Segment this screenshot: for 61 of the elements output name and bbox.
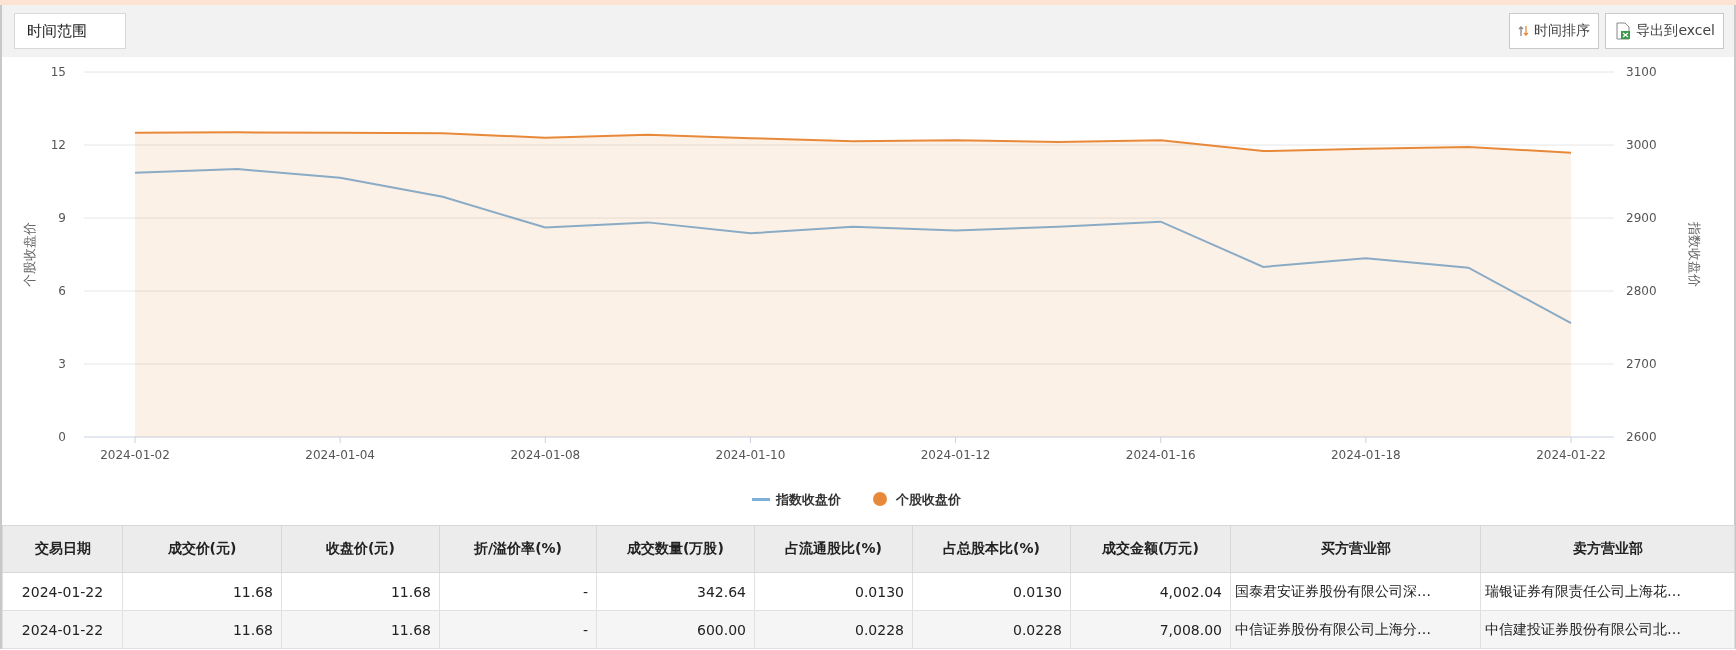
y-axis-label: 3000 bbox=[1626, 138, 1657, 152]
table-cell: - bbox=[439, 572, 597, 611]
y-axis-label: 3 bbox=[58, 357, 66, 371]
export-excel-button[interactable]: 导出到excel bbox=[1605, 13, 1724, 49]
table-cell: 600.00 bbox=[596, 610, 755, 649]
time-range-button[interactable]: 时间范围 bbox=[14, 13, 126, 49]
x-axis-label: 2024-01-12 bbox=[920, 448, 991, 462]
column-header: 卖方营业部 bbox=[1480, 525, 1735, 573]
y-axis-label: 12 bbox=[50, 138, 66, 152]
legend-label[interactable]: 指数收盘价 bbox=[776, 492, 841, 507]
table-cell: 342.64 bbox=[596, 572, 755, 611]
time-sort-button[interactable]: 时间排序 bbox=[1509, 13, 1600, 49]
table-cell: 11.68 bbox=[122, 572, 282, 611]
table-cell: 2024-01-22 bbox=[2, 610, 123, 649]
table-cell: - bbox=[439, 610, 597, 649]
sort-arrows-icon bbox=[1518, 25, 1531, 37]
table-cell: 11.68 bbox=[281, 572, 440, 611]
spreadsheet-icon bbox=[1614, 22, 1633, 40]
legend-label[interactable]: 个股收盘价 bbox=[896, 492, 961, 507]
table-cell: 2024-01-22 bbox=[2, 572, 123, 611]
x-axis-label: 2024-01-22 bbox=[1536, 448, 1606, 462]
legend-marker bbox=[752, 498, 770, 501]
y-axis-label: 2600 bbox=[1626, 430, 1657, 444]
column-header: 收盘价(元) bbox=[281, 525, 440, 573]
table-cell: 国泰君安证券股份有限公司深… bbox=[1230, 572, 1481, 611]
y-axis-label: 6 bbox=[58, 284, 66, 298]
table-cell: 0.0228 bbox=[912, 610, 1071, 649]
x-axis-label: 2024-01-08 bbox=[510, 448, 581, 462]
x-axis-label: 2024-01-02 bbox=[100, 448, 170, 462]
table-cell: 11.68 bbox=[281, 610, 440, 649]
x-axis-label: 2024-01-10 bbox=[715, 448, 786, 462]
y-axis-label: 3100 bbox=[1626, 65, 1657, 79]
table-cell: 7,008.00 bbox=[1070, 610, 1231, 649]
column-header: 折/溢价率(%) bbox=[439, 525, 597, 573]
column-header: 买方营业部 bbox=[1230, 525, 1481, 573]
column-header: 成交价(元) bbox=[122, 525, 282, 573]
y-axis-label: 2800 bbox=[1626, 284, 1657, 298]
y-axis-title: 指数收盘价 bbox=[1687, 222, 1702, 287]
column-header: 占流通股比(%) bbox=[754, 525, 913, 573]
table-cell: 0.0228 bbox=[754, 610, 913, 649]
legend-marker bbox=[873, 492, 887, 506]
x-axis-label: 2024-01-18 bbox=[1331, 448, 1401, 462]
table-cell: 0.0130 bbox=[912, 572, 1071, 611]
table-cell: 0.0130 bbox=[754, 572, 913, 611]
y-axis-label: 0 bbox=[58, 430, 66, 444]
y-axis-label: 15 bbox=[50, 65, 66, 79]
column-header: 交易日期 bbox=[2, 525, 123, 573]
y-axis-label: 2900 bbox=[1626, 211, 1657, 225]
table-cell: 4,002.04 bbox=[1070, 572, 1231, 611]
table-cell: 11.68 bbox=[122, 610, 282, 649]
table-cell: 中信建投证券股份有限公司北… bbox=[1480, 610, 1735, 649]
table-cell: 瑞银证券有限责任公司上海花… bbox=[1480, 572, 1735, 611]
y-axis-label: 9 bbox=[58, 211, 66, 225]
x-axis-label: 2024-01-16 bbox=[1125, 448, 1196, 462]
column-header: 占总股本比(%) bbox=[912, 525, 1071, 573]
column-header: 成交数量(万股) bbox=[596, 525, 755, 573]
table-cell: 中信证券股份有限公司上海分… bbox=[1230, 610, 1481, 649]
x-axis-label: 2024-01-04 bbox=[305, 448, 375, 462]
y-axis-title: 个股收盘价 bbox=[22, 222, 37, 287]
column-header: 成交金额(万元) bbox=[1070, 525, 1231, 573]
y-axis-label: 2700 bbox=[1626, 357, 1657, 371]
